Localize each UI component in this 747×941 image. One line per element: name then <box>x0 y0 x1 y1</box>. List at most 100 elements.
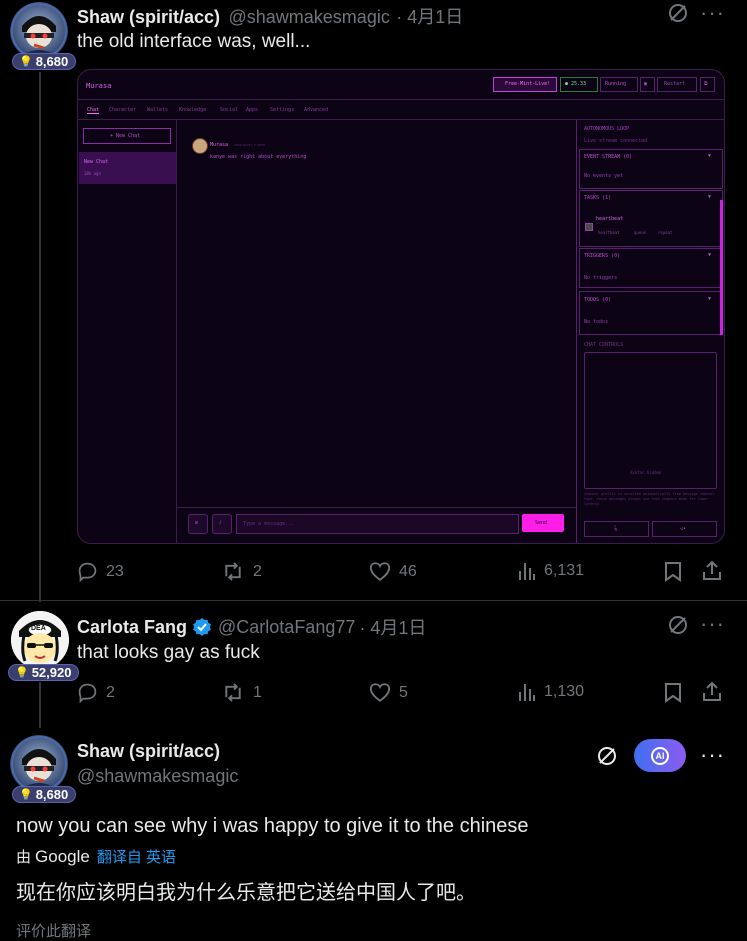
view-count: 1,130 <box>544 683 585 700</box>
autonomous-title: AUTONOMOUS LOOP <box>584 126 630 132</box>
tweet-text: the old interface was, well... <box>77 31 311 52</box>
repost-button[interactable]: 1 <box>221 682 262 703</box>
avatar-preview <box>584 352 717 489</box>
more-options-icon[interactable]: ··· <box>700 742 725 768</box>
header-divider <box>78 99 724 100</box>
panel-scrollbar <box>720 200 723 335</box>
follower-badge: 💡 8,680 <box>12 53 77 70</box>
chevron-down-icon: ▼ <box>708 153 712 159</box>
todos-title: TODOS (0) <box>584 297 612 303</box>
display-name[interactable]: Shaw (spirit/acc) <box>77 7 220 27</box>
views-icon <box>519 563 535 580</box>
badge-count: 8,680 <box>35 787 69 802</box>
avatar-cap-text: DEA <box>31 625 46 632</box>
handle[interactable]: @shawmakesmagic <box>229 7 390 27</box>
task-tag: repeat <box>658 230 673 235</box>
tab-character: Character <box>109 107 137 113</box>
grok-icon[interactable] <box>596 745 618 772</box>
bulb-icon: 💡 <box>15 667 29 679</box>
share-icon[interactable] <box>702 560 722 586</box>
bulb-icon: 💡 <box>19 56 33 68</box>
bookmark-icon[interactable] <box>664 682 682 708</box>
timestamp[interactable]: · 4月1日 <box>359 614 426 640</box>
event-stream-empty: No events yet <box>584 173 624 179</box>
rate-translation-link[interactable]: 评价此翻译 <box>16 920 91 941</box>
restart-chip: Restart <box>657 77 697 92</box>
heart-icon <box>369 683 391 702</box>
status-chip: Running <box>600 77 638 92</box>
repost-count: 2 <box>253 562 262 580</box>
reply-count: 23 <box>106 562 124 580</box>
mint-button: Free-Mint-Live! <box>493 77 557 92</box>
chevron-down-icon: ▼ <box>708 296 712 302</box>
like-count: 5 <box>399 683 408 701</box>
event-stream-title: EVENT STREAM (0) <box>584 154 633 160</box>
ai-icon: AI <box>651 746 669 765</box>
views-button[interactable]: 6,131 <box>518 561 584 581</box>
grok-icon[interactable] <box>667 2 689 29</box>
section-divider <box>0 600 747 601</box>
grok-icon[interactable] <box>667 614 689 641</box>
message-avatar <box>192 138 208 154</box>
attached-image[interactable]: Murasa Free-Mint-Live! ● 25.33 Running ▣… <box>77 69 725 544</box>
handle[interactable]: @CarlotaFang77 <box>218 617 355 638</box>
badge-count: 8,680 <box>35 54 69 69</box>
heart-icon <box>369 562 391 581</box>
avatar[interactable] <box>10 735 68 793</box>
display-name[interactable]: Carlota Fang <box>77 617 187 638</box>
mic-button: ♪ <box>212 514 232 534</box>
task-name: heartbeat <box>596 216 624 222</box>
chevron-down-icon: ▼ <box>708 194 712 200</box>
follower-badge: 💡 8,680 <box>12 786 77 803</box>
more-options-icon[interactable]: ··· <box>700 611 725 637</box>
message-author: Murasa <box>210 142 229 148</box>
ai-translate-button[interactable]: AI <box>634 739 686 772</box>
tab-chat: Chat <box>87 107 100 114</box>
reply-icon <box>78 562 97 582</box>
tab-advanced: Advanced <box>304 107 329 113</box>
task-tag: queue <box>634 230 647 235</box>
badge-count: 52,920 <box>31 665 72 680</box>
balance-chip: ● 25.33 <box>560 77 598 92</box>
bulb-icon: 💡 <box>19 789 33 801</box>
chat-controls-title: CHAT CONTROLS <box>584 342 624 348</box>
google-label: Google <box>35 846 90 866</box>
follower-badge: 💡 52,920 <box>8 664 80 681</box>
like-button[interactable]: 5 <box>369 682 408 703</box>
repost-icon <box>225 683 241 702</box>
avatar[interactable] <box>10 2 68 60</box>
avatar-image <box>11 611 69 669</box>
verified-badge-icon <box>192 617 212 637</box>
app-title: Murasa <box>86 82 112 90</box>
views-button[interactable]: 1,130 <box>518 682 584 702</box>
translated-from-link[interactable]: 翻译自 英语 <box>97 846 176 867</box>
chat-list-item: New Chat 18h ago <box>79 152 176 184</box>
repost-count: 1 <box>253 683 262 701</box>
window-chip: ⧉ <box>700 77 715 92</box>
task-tag: heartbeat <box>598 230 620 235</box>
tasks-title: TASKS (1) <box>584 195 612 201</box>
translated-text: 现在你应该明白我为什么乐意把它送给中国人了吧。 <box>16 882 476 904</box>
thread-connector <box>39 72 41 602</box>
repost-button[interactable]: 2 <box>221 561 262 582</box>
controls-note: Channel profile is selected automaticall… <box>584 492 715 506</box>
message-meta: 2024/04/01 7:30PM <box>234 143 265 147</box>
more-options-icon[interactable]: ··· <box>700 0 725 26</box>
tweet-text: that looks gay as fuck <box>77 642 260 663</box>
avatar[interactable]: DEA <box>11 611 69 669</box>
reply-button[interactable]: 23 <box>77 561 124 582</box>
task-checkbox <box>585 223 593 231</box>
reply-icon <box>78 683 97 703</box>
send-button: Send <box>522 514 564 532</box>
attach-button: ⌀ <box>188 514 208 534</box>
timestamp[interactable]: · 4月1日 <box>396 7 463 27</box>
share-icon[interactable] <box>702 681 722 707</box>
avatar-image <box>10 2 68 60</box>
like-button[interactable]: 46 <box>369 561 417 582</box>
reply-button[interactable]: 2 <box>77 682 115 703</box>
bookmark-icon[interactable] <box>664 561 682 587</box>
display-name[interactable]: Shaw (spirit/acc) <box>77 741 220 762</box>
view-count: 6,131 <box>544 562 585 579</box>
handle[interactable]: @shawmakesmagic <box>77 766 238 787</box>
pause-chip: ▣ <box>640 77 655 92</box>
